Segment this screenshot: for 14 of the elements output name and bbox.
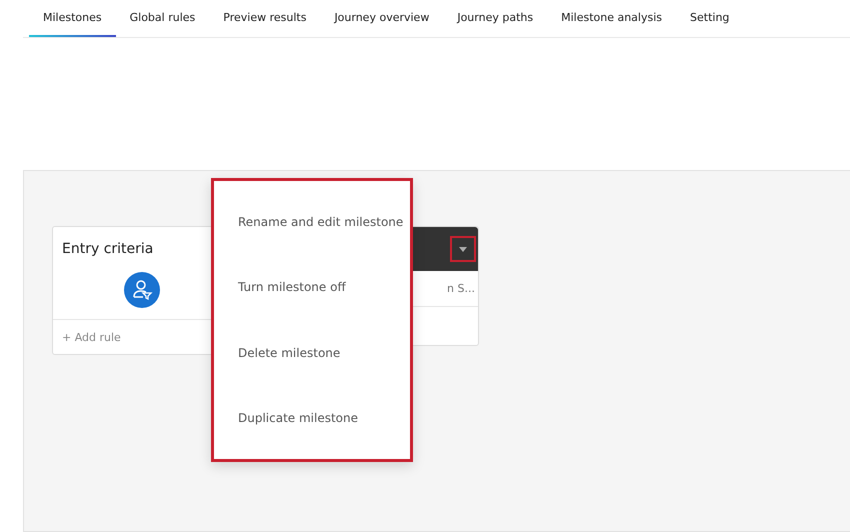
caret-icon	[459, 246, 467, 252]
card-title: Entry criteria	[61, 240, 154, 257]
tab[interactable]: Preview results	[209, 0, 320, 37]
menu-item[interactable]: Delete milestone	[214, 346, 410, 360]
tab[interactable]: Journey overview	[320, 0, 444, 37]
menu-item[interactable]: Rename and edit milestone	[214, 214, 410, 229]
tab[interactable]: Milestone analysis	[547, 0, 676, 37]
tab[interactable]: Journey paths	[443, 0, 548, 37]
tab[interactable]: Global rules	[116, 0, 210, 37]
tab[interactable]: Milestones	[29, 0, 116, 37]
person-filter-icon	[124, 272, 160, 308]
menu-item[interactable]: Duplicate milestone	[214, 411, 410, 426]
tab[interactable]: Setting	[676, 0, 744, 37]
dropdown-button[interactable]	[450, 236, 476, 262]
